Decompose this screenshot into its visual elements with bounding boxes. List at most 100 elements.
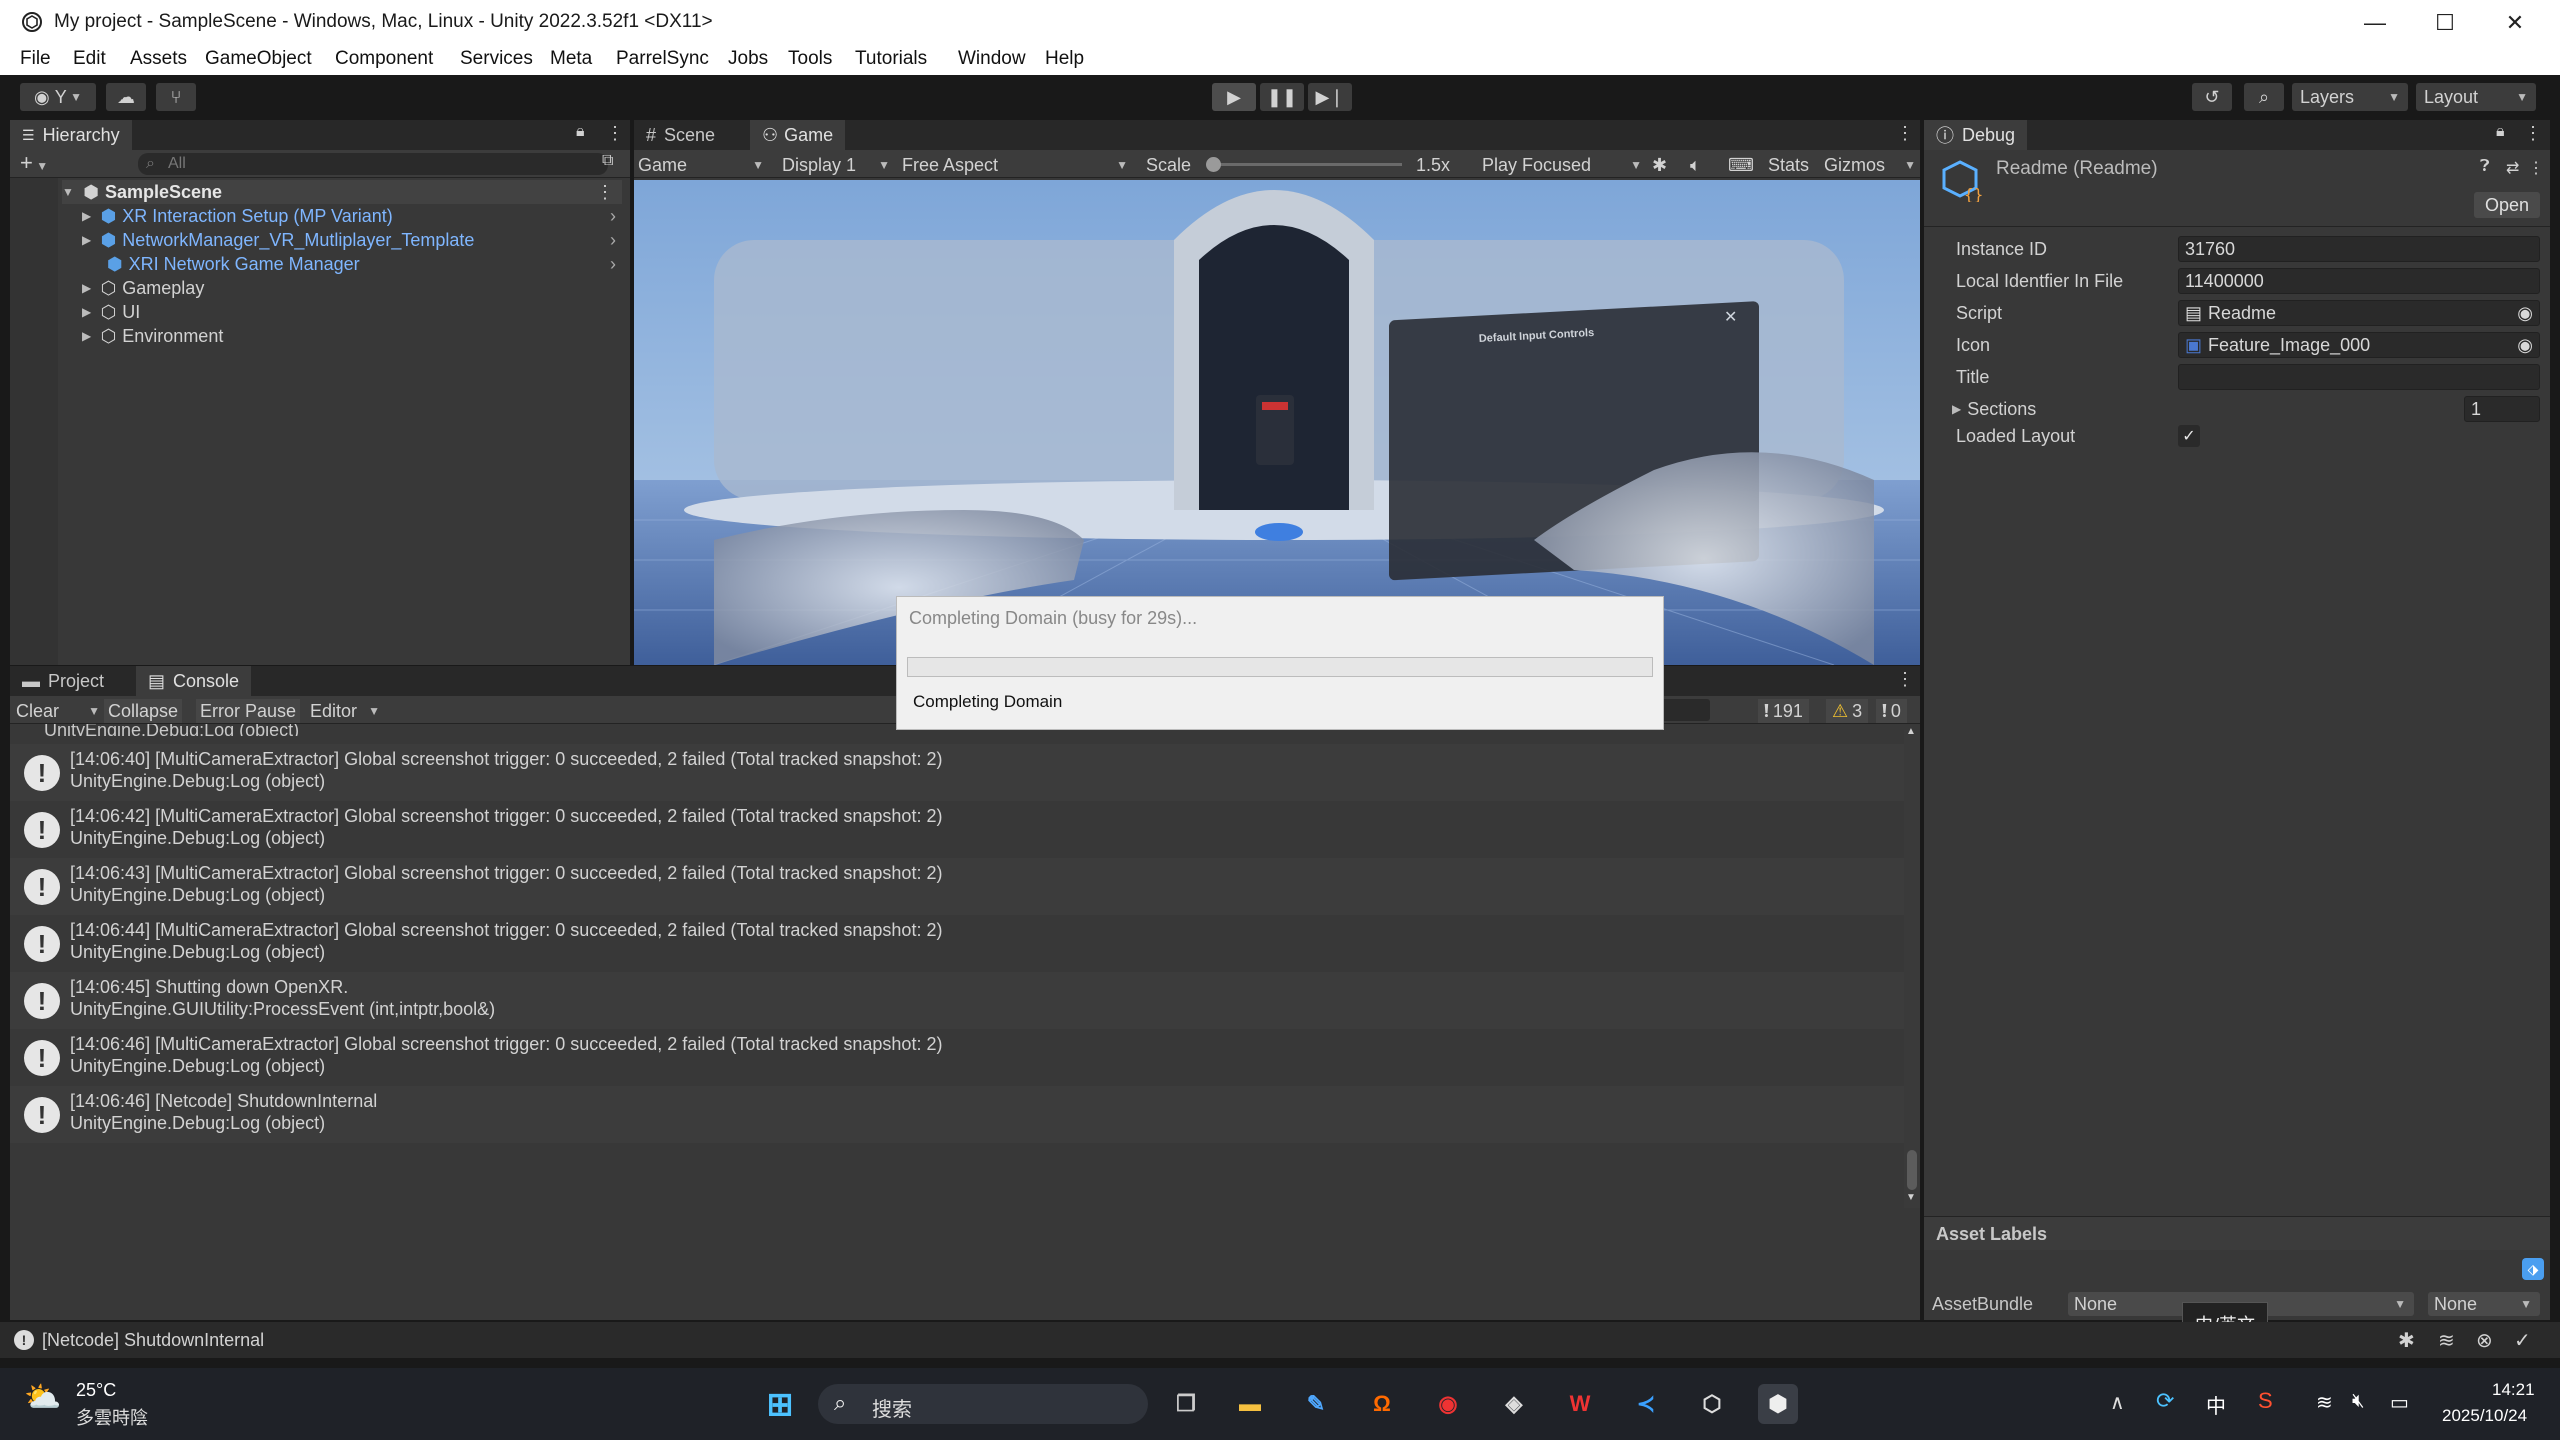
more-icon[interactable]: ⋮: [2524, 123, 2542, 144]
instance-id-field[interactable]: 31760: [2178, 236, 2540, 262]
loaded-layout-checkbox[interactable]: ✓: [2178, 425, 2200, 447]
battery-icon[interactable]: ▭: [2390, 1390, 2409, 1415]
mute-audio-icon[interactable]: 🔈︎: [1690, 153, 1701, 177]
clear-button[interactable]: Clear ▼: [16, 699, 100, 723]
menu-parrelsync[interactable]: ParrelSync: [616, 48, 709, 70]
title-field[interactable]: [2178, 364, 2540, 390]
tab-project[interactable]: ▬ Project: [10, 666, 116, 696]
tab-scene[interactable]: # Scene: [634, 120, 727, 150]
sogou-ime-icon[interactable]: S: [2258, 1388, 2273, 1414]
bug-icon[interactable]: ✱: [2398, 1328, 2415, 1353]
error-count-toggle[interactable]: ❗︎ 0: [1876, 699, 1907, 723]
log-entry[interactable]: ! [14:06:45] Shutting down OpenXR. UnityEn…: [10, 972, 1904, 1029]
lock-icon[interactable]: 🔒︎: [2496, 123, 2505, 141]
play-button[interactable]: ▶: [1212, 83, 1256, 111]
hierarchy-item[interactable]: ▶ ⬡ UI: [82, 300, 622, 324]
assetbundle-variant-dropdown[interactable]: None ▼: [2428, 1292, 2540, 1316]
log-entry[interactable]: ! [14:06:46] [MultiCameraExtractor] Globa…: [10, 1029, 1904, 1086]
weather-temp[interactable]: 25°C: [76, 1380, 116, 1401]
keyboard-icon[interactable]: ⌨: [1728, 153, 1754, 177]
more-icon[interactable]: ⋮: [1896, 123, 1914, 144]
headphones-app-icon[interactable]: Ω: [1362, 1384, 1402, 1424]
scale-slider-handle[interactable]: [1206, 157, 1221, 172]
menu-help[interactable]: Help: [1045, 48, 1084, 70]
scroll-down-icon[interactable]: ▼: [1906, 1192, 1916, 1203]
tab-hierarchy[interactable]: ☰ Hierarchy: [10, 120, 132, 150]
open-button[interactable]: Open: [2474, 192, 2540, 218]
cloud-icon[interactable]: ☁: [106, 83, 146, 111]
aspect-dropdown[interactable]: Free Aspect ▼: [902, 153, 1132, 177]
status-message[interactable]: [Netcode] ShutdownInternal: [42, 1330, 264, 1351]
object-picker-icon[interactable]: ◉: [2517, 303, 2533, 324]
scroll-up-icon[interactable]: ▲: [1906, 726, 1916, 737]
bug-icon[interactable]: ✱: [1652, 153, 1667, 177]
log-entry[interactable]: ! [14:06:43] [MultiCameraExtractor] Globa…: [10, 858, 1904, 915]
log-entry[interactable]: ! [14:06:44] [MultiCameraExtractor] Globa…: [10, 915, 1904, 972]
game-mode-dropdown[interactable]: Game ▼: [638, 153, 768, 177]
play-mode-dropdown[interactable]: Play Focused ▼: [1482, 153, 1642, 177]
log-entry[interactable]: ! [14:06:40] [MultiCameraExtractor] Globa…: [10, 744, 1904, 801]
layers-dropdown[interactable]: Layers ▼: [2292, 83, 2408, 111]
windows-start-icon[interactable]: ⊞: [760, 1384, 800, 1424]
menu-assets[interactable]: Assets: [130, 48, 187, 70]
taskbar-search-box[interactable]: ⌕ 搜索: [818, 1384, 1148, 1424]
local-identifier-field[interactable]: 11400000: [2178, 268, 2540, 294]
console-scrollbar[interactable]: ▲ ▼: [1904, 726, 1920, 1208]
hierarchy-search-input[interactable]: ⌕ All: [138, 153, 608, 175]
menu-tools[interactable]: Tools: [788, 48, 832, 70]
unity-editor-icon[interactable]: ⬡: [1692, 1384, 1732, 1424]
icon-field[interactable]: ▣ Feature_Image_000 ◉: [2178, 332, 2540, 358]
more-icon[interactable]: ⋮: [2528, 158, 2544, 178]
help-icon[interactable]: ❓︎: [2480, 158, 2490, 176]
account-dropdown[interactable]: ◉ Y ▼: [20, 83, 96, 111]
menu-services[interactable]: Services: [460, 48, 533, 70]
label-tag-icon[interactable]: ⬗: [2522, 1258, 2544, 1280]
log-entry[interactable]: ! [14:06:42] [MultiCameraExtractor] Globa…: [10, 801, 1904, 858]
tray-chevron-icon[interactable]: ∧: [2110, 1390, 2125, 1415]
collab-icon[interactable]: ⑂: [156, 83, 196, 111]
check-circle-icon[interactable]: ✓: [2514, 1328, 2531, 1353]
filter-icon[interactable]: ⧉: [602, 152, 613, 170]
editor-dropdown[interactable]: Editor ▼: [310, 699, 380, 723]
close-button[interactable]: ✕: [2480, 0, 2550, 45]
log-entry[interactable]: ! [14:06:46] [Netcode] ShutdownInternal Un…: [10, 1086, 1904, 1143]
sync-icon[interactable]: ⟳: [2156, 1388, 2174, 1414]
game-viewport[interactable]: Default Input Controls ✕: [634, 180, 1920, 665]
menu-component[interactable]: Component: [335, 48, 433, 70]
maximize-button[interactable]: ☐: [2410, 0, 2480, 45]
ime-indicator[interactable]: 中: [2206, 1390, 2226, 1419]
task-view-icon[interactable]: ❐: [1166, 1384, 1206, 1424]
minimize-button[interactable]: —: [2340, 0, 2410, 45]
preset-icon[interactable]: ⇄: [2506, 158, 2519, 178]
scene-row[interactable]: ▼ ⬢ SampleScene ⋮: [62, 180, 622, 204]
file-explorer-icon[interactable]: ▬: [1230, 1384, 1270, 1424]
lock-icon[interactable]: 🔒︎: [576, 123, 585, 141]
vscode-icon[interactable]: ≺: [1626, 1384, 1666, 1424]
menu-window[interactable]: Window: [958, 48, 1026, 70]
hierarchy-item[interactable]: ▶ ⬢ XR Interaction Setup (MP Variant) ›: [82, 204, 622, 228]
tab-debug[interactable]: ⓘ Debug: [1924, 120, 2028, 150]
menu-meta[interactable]: Meta: [550, 48, 592, 70]
tab-console[interactable]: ▤ Console: [136, 666, 252, 696]
weather-cloud-icon[interactable]: ⛅: [24, 1380, 61, 1415]
history-icon[interactable]: ↺: [2192, 83, 2232, 111]
pause-button[interactable]: ❚❚: [1260, 83, 1304, 111]
unity-hub-icon[interactable]: ◈: [1494, 1384, 1534, 1424]
ai-navigation-icon[interactable]: ⊗: [2476, 1328, 2493, 1353]
chrome-icon[interactable]: ◉: [1428, 1384, 1468, 1424]
error-pause-toggle[interactable]: Error Pause: [196, 699, 301, 723]
menu-tutorials[interactable]: Tutorials: [855, 48, 927, 70]
clock-date[interactable]: 2025/10/24: [2442, 1406, 2527, 1426]
wps-office-icon[interactable]: W: [1560, 1384, 1600, 1424]
menu-file[interactable]: File: [20, 48, 51, 70]
stack-icon[interactable]: ≋: [2438, 1328, 2455, 1353]
object-picker-icon[interactable]: ◉: [2517, 335, 2533, 356]
add-icon[interactable]: + ▼: [20, 150, 48, 176]
sections-foldout[interactable]: ▶ Sections: [1952, 396, 2036, 422]
weather-desc[interactable]: 多雲時陰: [76, 1404, 148, 1430]
scale-slider[interactable]: [1206, 157, 1402, 172]
hierarchy-item[interactable]: ▶ ⬡ Environment: [82, 324, 622, 348]
wifi-icon[interactable]: ≋: [2316, 1390, 2333, 1415]
volume-muted-icon[interactable]: 🔇︎: [2352, 1390, 2365, 1413]
clock-time[interactable]: 14:21: [2492, 1380, 2535, 1400]
